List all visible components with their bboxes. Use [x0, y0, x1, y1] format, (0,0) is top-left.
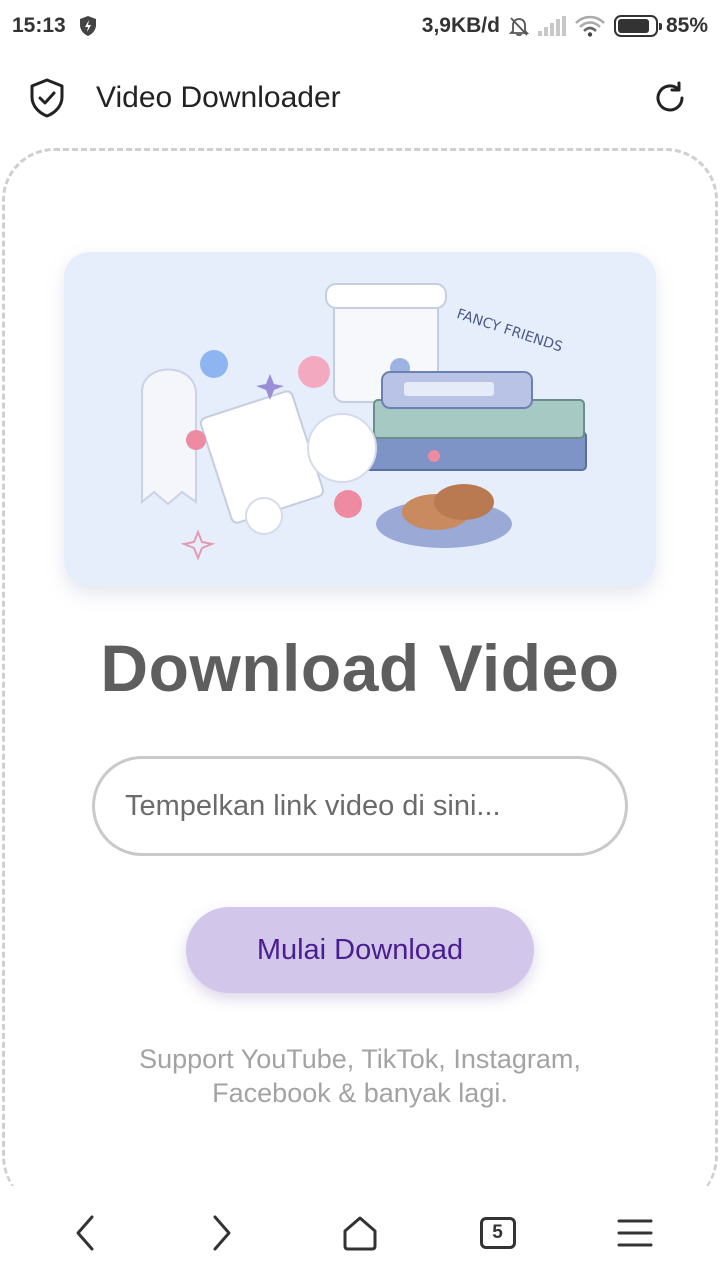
app-bar: Video Downloader	[0, 52, 720, 144]
back-icon	[76, 1215, 94, 1251]
app-title: Video Downloader	[96, 81, 341, 114]
browser-bottom-nav: 5	[0, 1186, 720, 1280]
home-icon	[343, 1216, 377, 1251]
menu-icon	[617, 1219, 653, 1247]
forward-icon	[213, 1215, 231, 1251]
back-button[interactable]	[45, 1193, 125, 1273]
wifi-icon	[575, 15, 605, 37]
video-link-input[interactable]	[92, 756, 628, 856]
hero-illustration: FANCY FRIENDS	[64, 252, 656, 586]
network-speed: 3,9KB/d	[421, 14, 500, 37]
status-bar: 15:13 3,9KB/d 85%	[0, 0, 720, 52]
refresh-icon	[656, 81, 684, 112]
signal-icon	[537, 16, 566, 36]
start-download-button[interactable]: Mulai Download	[186, 907, 534, 993]
support-line-1: Support YouTube, TikTok, Instagram,	[139, 1044, 581, 1074]
battery-percent: 85%	[665, 14, 708, 37]
forward-button[interactable]	[182, 1193, 262, 1273]
shield-bolt-icon	[79, 16, 96, 36]
refresh-button[interactable]	[648, 76, 692, 120]
home-button[interactable]	[320, 1193, 400, 1273]
supported-platforms-text: Support YouTube, TikTok, Instagram, Face…	[0, 1042, 720, 1110]
bell-off-icon	[508, 17, 530, 37]
hero-artwork: FANCY FRIENDS	[64, 252, 656, 586]
battery-icon	[613, 15, 662, 37]
tabs-button[interactable]: 5	[458, 1193, 538, 1273]
tabs-icon: 5	[479, 1217, 516, 1249]
menu-button[interactable]	[595, 1193, 675, 1273]
shield-check-icon	[30, 78, 64, 118]
page-title: Download Video	[100, 631, 620, 705]
status-time: 15:13	[12, 14, 66, 37]
support-line-2: Facebook & banyak lagi.	[212, 1078, 508, 1108]
